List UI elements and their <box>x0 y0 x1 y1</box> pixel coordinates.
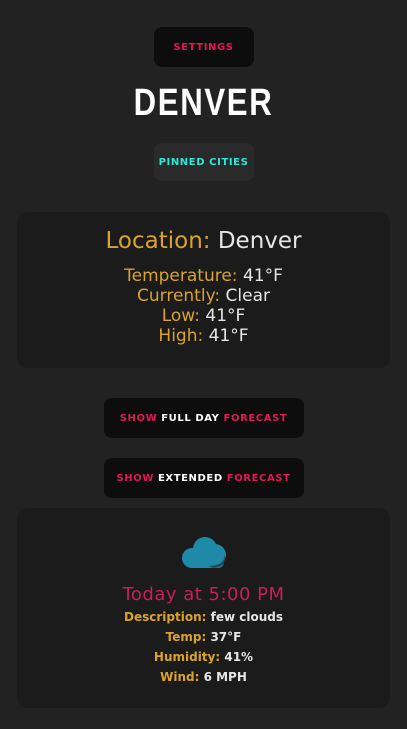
extended-show-text: SHOW <box>116 472 154 484</box>
low-label: Low: <box>161 306 200 326</box>
humidity-line: Humidity: 41% <box>0 649 407 665</box>
temperature-line: Temperature: 41°F <box>0 266 407 286</box>
high-line: High: 41°F <box>0 326 407 346</box>
description-line: Description: few clouds <box>0 609 407 625</box>
low-value: 41°F <box>205 306 246 326</box>
humidity-label: Humidity: <box>153 650 221 664</box>
description-value: few clouds <box>210 610 283 624</box>
full-day-middle-text: FULL DAY <box>161 412 220 424</box>
show-full-day-forecast-button[interactable]: SHOW FULL DAY FORECAST <box>103 398 304 438</box>
forecast-time-heading: Today at 5:00 PM <box>122 584 285 605</box>
city-title: DENVER <box>133 82 274 124</box>
description-label: Description: <box>124 610 207 624</box>
location-value: Denver <box>217 228 302 254</box>
settings-button[interactable]: SETTINGS <box>153 27 254 67</box>
temperature-label: Temperature: <box>124 266 238 286</box>
temp-line: Temp: 37°F <box>0 629 407 645</box>
full-day-forecast-text: FORECAST <box>223 412 288 424</box>
currently-value: Clear <box>225 286 270 306</box>
wind-line: Wind: 6 MPH <box>0 669 407 685</box>
cloud-icon <box>182 537 226 568</box>
temperature-value: 41°F <box>242 266 283 286</box>
pinned-cities-button[interactable]: PINNED CITIES <box>153 143 254 181</box>
location-label: Location: <box>105 228 211 254</box>
extended-forecast-text: FORECAST <box>226 472 291 484</box>
temp-label: Temp: <box>165 630 207 644</box>
full-day-show-text: SHOW <box>119 412 158 424</box>
show-extended-forecast-button[interactable]: SHOW EXTENDED FORECAST <box>103 458 304 498</box>
wind-label: Wind: <box>160 670 200 684</box>
low-line: Low: 41°F <box>0 306 407 326</box>
currently-label: Currently: <box>137 286 221 306</box>
temp-value: 37°F <box>210 630 242 644</box>
humidity-value: 41% <box>224 650 254 664</box>
wind-value: 6 MPH <box>203 670 247 684</box>
currently-line: Currently: Clear <box>0 286 407 306</box>
extended-middle-text: EXTENDED <box>157 472 223 484</box>
high-label: High: <box>158 326 204 346</box>
high-value: 41°F <box>208 326 249 346</box>
location-line: Location: Denver <box>0 228 407 254</box>
